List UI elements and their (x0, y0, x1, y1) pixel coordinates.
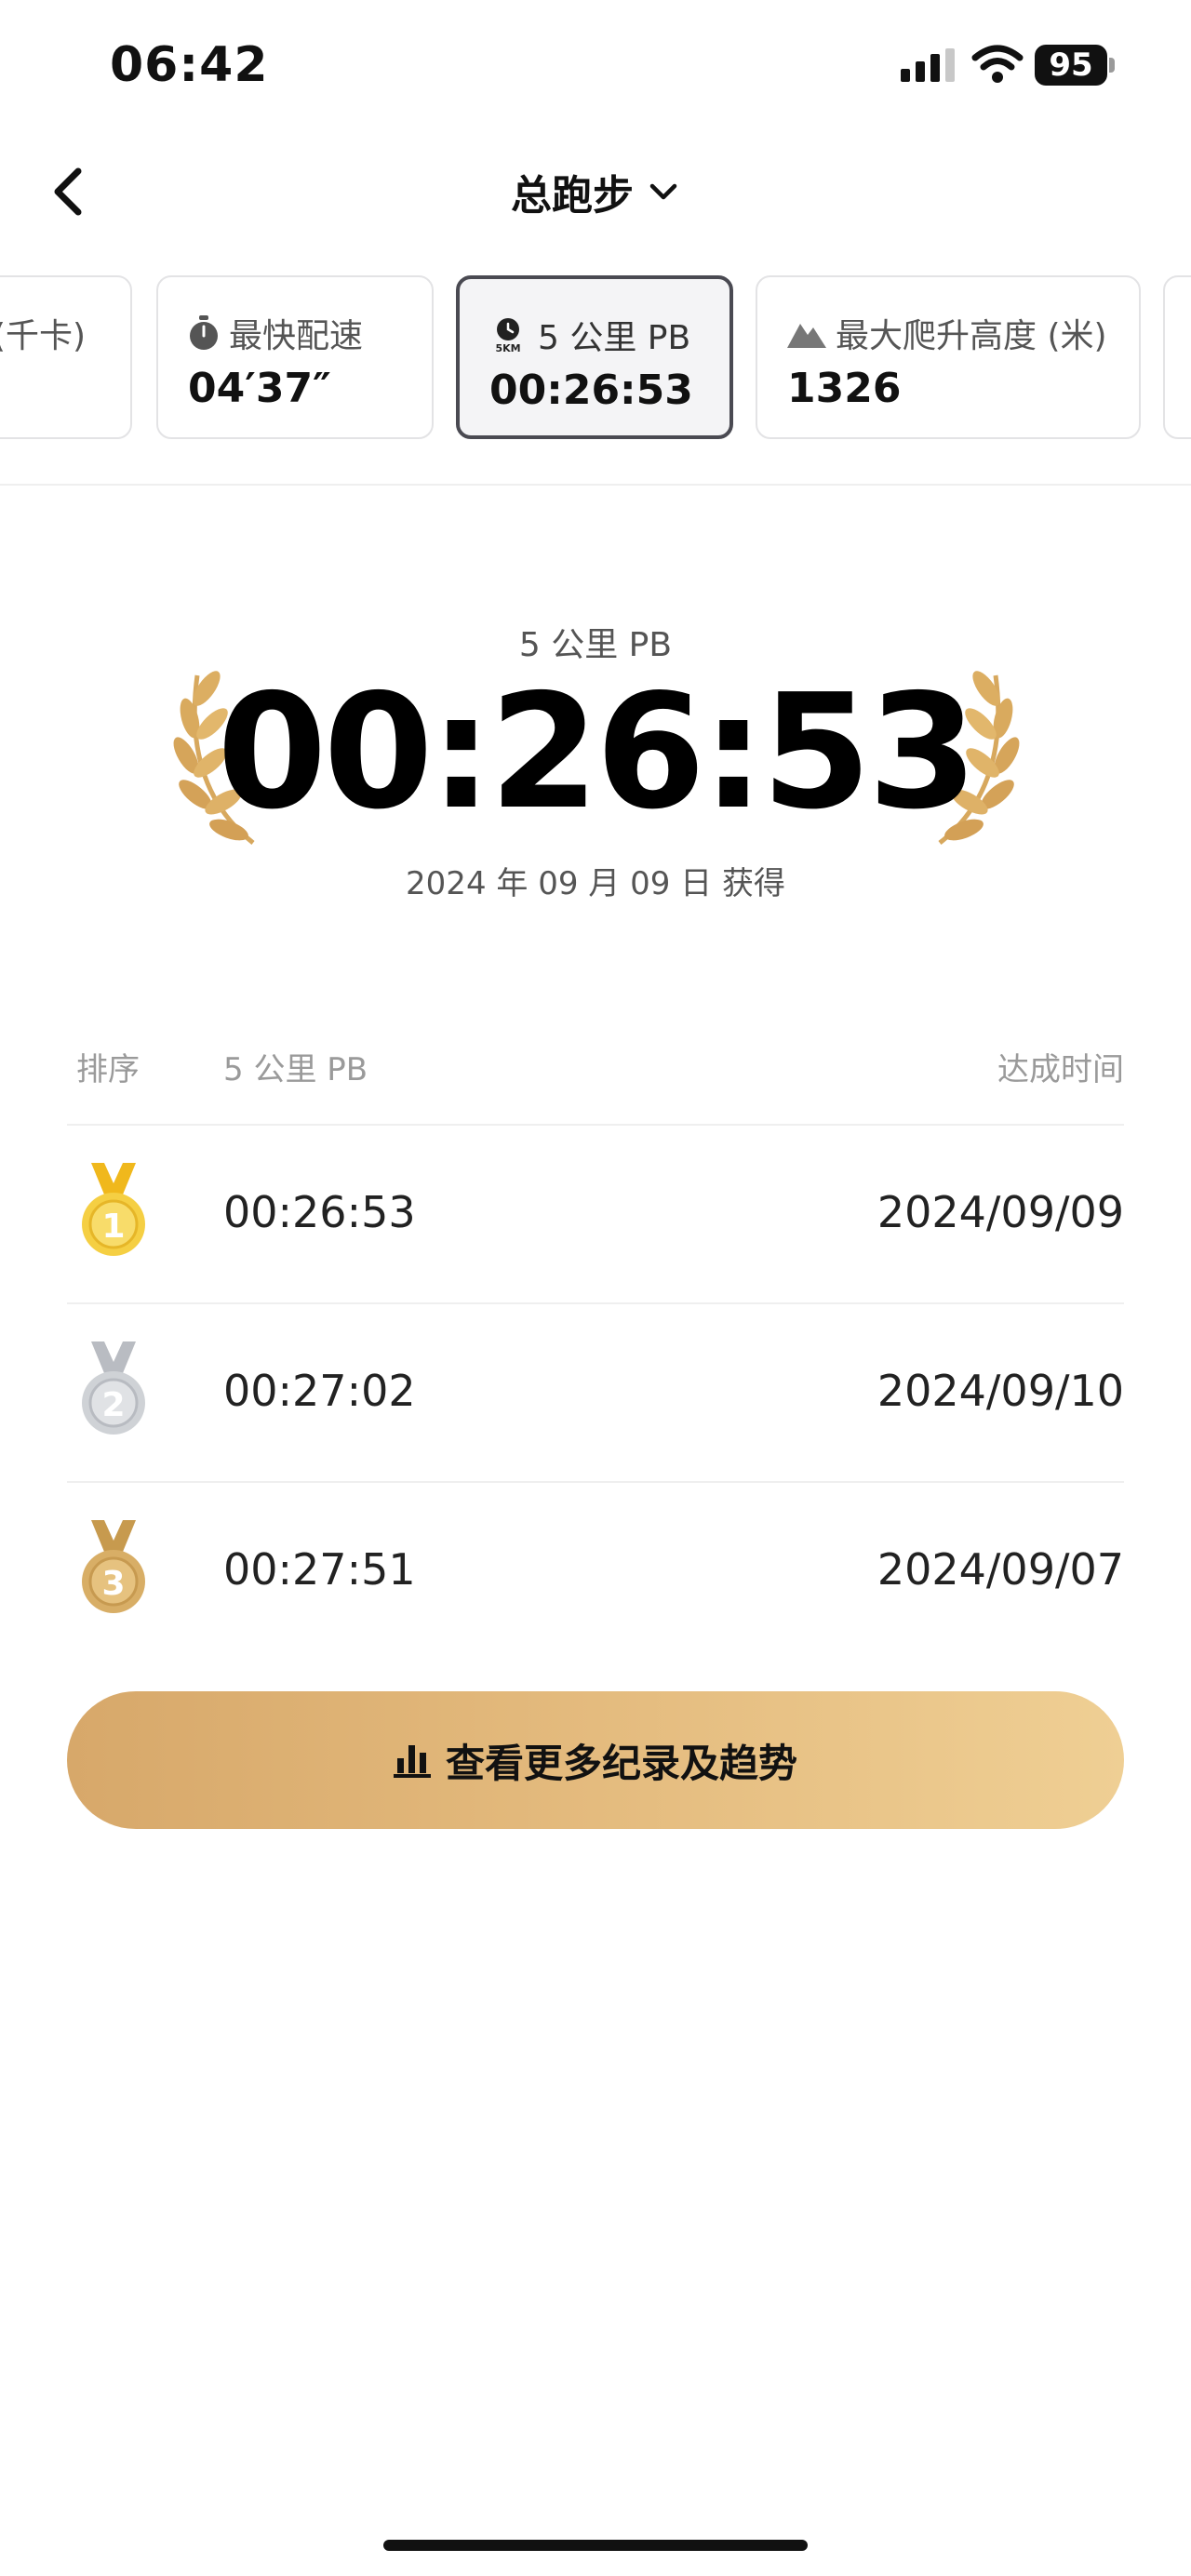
medal-rank: 2 (101, 1386, 125, 1424)
stat-card-next[interactable] (1163, 275, 1191, 439)
silver-medal-icon: 2 (82, 1341, 145, 1435)
stat-card-fastest-pace[interactable]: 最快配速 04′37″ (156, 275, 434, 439)
gold-medal-icon: 1 (82, 1163, 145, 1256)
row-time: 00:27:51 (223, 1544, 416, 1595)
battery-tip (1109, 58, 1115, 73)
row-time: 00:26:53 (223, 1187, 416, 1237)
stat-card-5km-pb[interactable]: 5KM 5 公里 PB 00:26:53 (456, 275, 733, 439)
divider (0, 484, 1191, 486)
hero-pb-time: 00:26:53 (217, 661, 978, 845)
row-time: 00:27:02 (223, 1366, 416, 1416)
home-indicator[interactable] (383, 2540, 808, 2551)
view-more-records-label: 查看更多纪录及趋势 (445, 1740, 797, 1786)
stat-card-max-elevation[interactable]: 最大爬升高度 (米) 1326 (756, 275, 1141, 439)
cellular-signal-icon (901, 48, 955, 82)
row-date: 2024/09/09 (877, 1187, 1124, 1237)
wifi-icon (971, 45, 1024, 83)
stat-card-label: (千卡) (0, 317, 87, 355)
stat-card-value: 04′37″ (188, 365, 331, 412)
table-header-date: 达成时间 (997, 1051, 1124, 1088)
row-date: 2024/09/10 (877, 1366, 1124, 1416)
view-more-records-button[interactable]: 查看更多纪录及趋势 (67, 1691, 1124, 1829)
mountain-icon (787, 324, 826, 348)
row-date: 2024/09/07 (877, 1544, 1124, 1595)
5km-icon-text: 5KM (495, 342, 520, 354)
stat-card-value: 1326 (787, 365, 902, 412)
table-row[interactable]: 3 00:27:51 2024/09/07 (67, 1483, 1124, 1660)
5km-icon: 5KM (495, 318, 521, 354)
stopwatch-icon (190, 315, 218, 350)
chevron-down-icon (649, 183, 677, 200)
nav-title: 总跑步 (511, 172, 634, 220)
table-header-rank: 排序 (76, 1051, 140, 1088)
bronze-medal-icon: 3 (82, 1520, 145, 1613)
medal-rank: 1 (101, 1208, 125, 1246)
stat-card-calories[interactable]: (千卡) (0, 275, 132, 439)
battery-indicator: 95 (1035, 45, 1107, 86)
table-row[interactable]: 1 00:26:53 2024/09/09 (67, 1126, 1124, 1302)
table-row[interactable]: 2 00:27:02 2024/09/10 (67, 1304, 1124, 1481)
battery-level: 95 (1049, 47, 1093, 84)
stat-card-label: 5 公里 PB (538, 319, 691, 357)
medal-rank: 3 (101, 1565, 125, 1603)
stat-card-label: 最大爬升高度 (米) (836, 317, 1107, 355)
hero-label: 5 公里 PB (518, 626, 673, 664)
status-time: 06:42 (110, 37, 269, 93)
hero-date: 2024 年 09 月 09 日 获得 (406, 865, 785, 902)
stat-card-value: 00:26:53 (489, 367, 693, 414)
table-header-metric: 5 公里 PB (223, 1051, 368, 1088)
stat-card-label: 最快配速 (229, 317, 364, 355)
sport-type-selector[interactable]: 总跑步 (0, 164, 1191, 220)
bar-chart-icon (393, 1745, 431, 1778)
